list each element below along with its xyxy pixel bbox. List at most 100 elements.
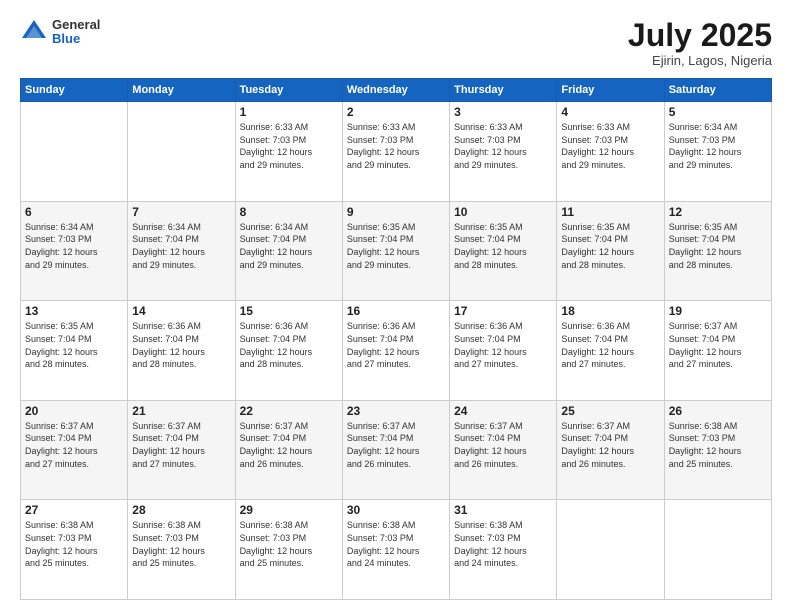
calendar-week-row: 1Sunrise: 6:33 AM Sunset: 7:03 PM Daylig… xyxy=(21,102,772,202)
logo-line1: General xyxy=(52,18,100,32)
day-info: Sunrise: 6:38 AM Sunset: 7:03 PM Dayligh… xyxy=(25,519,123,569)
calendar-week-row: 20 Sunrise: 6:37 AM Sunset: 7:04 PM Dayli… xyxy=(21,400,772,500)
calendar-day-cell: 14Sunrise: 6:36 AM Sunset: 7:04 PM Dayli… xyxy=(128,301,235,401)
logo-icon xyxy=(20,18,48,46)
day-number: 10 xyxy=(454,205,552,219)
day-info: Sunrise: 6:36 AM Sunset: 7:04 PM Dayligh… xyxy=(561,320,659,370)
day-number: 4 xyxy=(561,105,659,119)
calendar-day-cell: 30Sunrise: 6:38 AM Sunset: 7:03 PM Dayli… xyxy=(342,500,449,600)
calendar-day-cell: 11Sunrise: 6:35 AM Sunset: 7:04 PM Dayli… xyxy=(557,201,664,301)
day-number: 17 xyxy=(454,304,552,318)
day-info: Sunrise: 6:36 AM Sunset: 7:04 PM Dayligh… xyxy=(347,320,445,370)
page: General Blue July 2025 Ejirin, Lagos, Ni… xyxy=(0,0,792,612)
day-info: Sunrise: 6:37 AM Sunset: 7:04 PM Dayligh… xyxy=(561,420,659,470)
calendar-day-cell: 24Sunrise: 6:37 AM Sunset: 7:04 PM Dayli… xyxy=(450,400,557,500)
day-info: Sunrise: 6:34 AM Sunset: 7:03 PM Dayligh… xyxy=(25,221,123,271)
calendar-day-cell xyxy=(664,500,771,600)
day-number: 29 xyxy=(240,503,338,517)
calendar-day-cell: 12 Sunrise: 6:35 AM Sunset: 7:04 PM Dayli… xyxy=(664,201,771,301)
calendar-body: 1Sunrise: 6:33 AM Sunset: 7:03 PM Daylig… xyxy=(21,102,772,600)
calendar-week-row: 6 Sunrise: 6:34 AM Sunset: 7:03 PM Daylig… xyxy=(21,201,772,301)
day-number: 2 xyxy=(347,105,445,119)
day-of-week-header: Thursday xyxy=(450,79,557,102)
calendar-day-cell: 17 Sunrise: 6:36 AM Sunset: 7:04 PM Dayli… xyxy=(450,301,557,401)
logo-line2: Blue xyxy=(52,32,100,46)
calendar-day-cell: 27Sunrise: 6:38 AM Sunset: 7:03 PM Dayli… xyxy=(21,500,128,600)
calendar-title: July 2025 xyxy=(628,18,772,53)
day-of-week-header: Wednesday xyxy=(342,79,449,102)
calendar-week-row: 13 Sunrise: 6:35 AM Sunset: 7:04 PM Dayli… xyxy=(21,301,772,401)
calendar-day-cell: 4 Sunrise: 6:33 AM Sunset: 7:03 PM Daylig… xyxy=(557,102,664,202)
calendar-table: SundayMondayTuesdayWednesdayThursdayFrid… xyxy=(20,78,772,600)
day-number: 19 xyxy=(669,304,767,318)
day-number: 6 xyxy=(25,205,123,219)
day-number: 21 xyxy=(132,404,230,418)
calendar-subtitle: Ejirin, Lagos, Nigeria xyxy=(628,53,772,68)
day-number: 22 xyxy=(240,404,338,418)
logo-text: General Blue xyxy=(52,18,100,47)
calendar-day-cell: 2 Sunrise: 6:33 AM Sunset: 7:03 PM Daylig… xyxy=(342,102,449,202)
day-info: Sunrise: 6:35 AM Sunset: 7:04 PM Dayligh… xyxy=(347,221,445,271)
day-number: 5 xyxy=(669,105,767,119)
day-info: Sunrise: 6:36 AM Sunset: 7:04 PM Dayligh… xyxy=(132,320,230,370)
day-number: 9 xyxy=(347,205,445,219)
calendar-day-cell: 23 Sunrise: 6:37 AM Sunset: 7:04 PM Dayli… xyxy=(342,400,449,500)
calendar-day-cell: 10Sunrise: 6:35 AM Sunset: 7:04 PM Dayli… xyxy=(450,201,557,301)
day-number: 25 xyxy=(561,404,659,418)
calendar-day-cell xyxy=(557,500,664,600)
day-info: Sunrise: 6:37 AM Sunset: 7:04 PM Dayligh… xyxy=(669,320,767,370)
calendar-day-cell: 31 Sunrise: 6:38 AM Sunset: 7:03 PM Dayli… xyxy=(450,500,557,600)
day-info: Sunrise: 6:34 AM Sunset: 7:04 PM Dayligh… xyxy=(132,221,230,271)
calendar-day-cell: 9 Sunrise: 6:35 AM Sunset: 7:04 PM Daylig… xyxy=(342,201,449,301)
calendar-day-cell: 29 Sunrise: 6:38 AM Sunset: 7:03 PM Dayli… xyxy=(235,500,342,600)
day-number: 18 xyxy=(561,304,659,318)
day-number: 20 xyxy=(25,404,123,418)
day-number: 13 xyxy=(25,304,123,318)
day-info: Sunrise: 6:38 AM Sunset: 7:03 PM Dayligh… xyxy=(669,420,767,470)
day-number: 11 xyxy=(561,205,659,219)
day-info: Sunrise: 6:35 AM Sunset: 7:04 PM Dayligh… xyxy=(669,221,767,271)
calendar-day-cell: 20Sunrise: 6:37 AM Sunset: 7:04 PM Dayli… xyxy=(21,400,128,500)
day-info: Sunrise: 6:38 AM Sunset: 7:03 PM Dayligh… xyxy=(347,519,445,569)
calendar-day-cell: 16Sunrise: 6:36 AM Sunset: 7:04 PM Dayli… xyxy=(342,301,449,401)
calendar-day-cell: 18 Sunrise: 6:36 AM Sunset: 7:04 PM Dayli… xyxy=(557,301,664,401)
calendar-day-cell: 1Sunrise: 6:33 AM Sunset: 7:03 PM Daylig… xyxy=(235,102,342,202)
day-info: Sunrise: 6:37 AM Sunset: 7:04 PM Dayligh… xyxy=(347,420,445,470)
day-of-week-header: Monday xyxy=(128,79,235,102)
calendar-day-cell xyxy=(128,102,235,202)
day-info: Sunrise: 6:33 AM Sunset: 7:03 PM Dayligh… xyxy=(454,121,552,171)
day-number: 26 xyxy=(669,404,767,418)
calendar-day-cell: 8 Sunrise: 6:34 AM Sunset: 7:04 PM Daylig… xyxy=(235,201,342,301)
calendar-day-cell: 5 Sunrise: 6:34 AM Sunset: 7:03 PM Daylig… xyxy=(664,102,771,202)
day-info: Sunrise: 6:34 AM Sunset: 7:04 PM Dayligh… xyxy=(240,221,338,271)
day-number: 23 xyxy=(347,404,445,418)
day-number: 8 xyxy=(240,205,338,219)
calendar-day-cell: 22Sunrise: 6:37 AM Sunset: 7:04 PM Dayli… xyxy=(235,400,342,500)
calendar-day-cell: 6 Sunrise: 6:34 AM Sunset: 7:03 PM Daylig… xyxy=(21,201,128,301)
day-info: Sunrise: 6:33 AM Sunset: 7:03 PM Dayligh… xyxy=(561,121,659,171)
day-info: Sunrise: 6:36 AM Sunset: 7:04 PM Dayligh… xyxy=(240,320,338,370)
day-info: Sunrise: 6:33 AM Sunset: 7:03 PM Dayligh… xyxy=(347,121,445,171)
day-of-week-header: Friday xyxy=(557,79,664,102)
day-info: Sunrise: 6:35 AM Sunset: 7:04 PM Dayligh… xyxy=(25,320,123,370)
day-of-week-header: Saturday xyxy=(664,79,771,102)
day-of-week-header: Sunday xyxy=(21,79,128,102)
day-number: 12 xyxy=(669,205,767,219)
day-of-week-header: Tuesday xyxy=(235,79,342,102)
day-number: 3 xyxy=(454,105,552,119)
calendar-day-cell: 26 Sunrise: 6:38 AM Sunset: 7:03 PM Dayli… xyxy=(664,400,771,500)
day-info: Sunrise: 6:38 AM Sunset: 7:03 PM Dayligh… xyxy=(454,519,552,569)
day-number: 31 xyxy=(454,503,552,517)
day-info: Sunrise: 6:33 AM Sunset: 7:03 PM Dayligh… xyxy=(240,121,338,171)
day-number: 15 xyxy=(240,304,338,318)
day-info: Sunrise: 6:34 AM Sunset: 7:03 PM Dayligh… xyxy=(669,121,767,171)
calendar-day-cell: 21 Sunrise: 6:37 AM Sunset: 7:04 PM Dayli… xyxy=(128,400,235,500)
day-info: Sunrise: 6:37 AM Sunset: 7:04 PM Dayligh… xyxy=(454,420,552,470)
title-block: July 2025 Ejirin, Lagos, Nigeria xyxy=(628,18,772,68)
header: General Blue July 2025 Ejirin, Lagos, Ni… xyxy=(20,18,772,68)
day-info: Sunrise: 6:38 AM Sunset: 7:03 PM Dayligh… xyxy=(240,519,338,569)
calendar-day-cell: 15 Sunrise: 6:36 AM Sunset: 7:04 PM Dayli… xyxy=(235,301,342,401)
day-info: Sunrise: 6:37 AM Sunset: 7:04 PM Dayligh… xyxy=(132,420,230,470)
day-info: Sunrise: 6:36 AM Sunset: 7:04 PM Dayligh… xyxy=(454,320,552,370)
calendar-day-cell: 13 Sunrise: 6:35 AM Sunset: 7:04 PM Dayli… xyxy=(21,301,128,401)
